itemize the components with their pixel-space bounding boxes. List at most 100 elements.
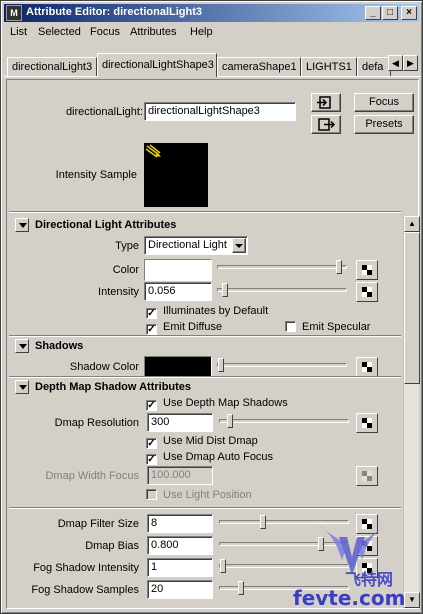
checkbox-label: Use Depth Map Shadows xyxy=(163,397,288,409)
intensity-sample-label: Intensity Sample xyxy=(55,169,137,181)
checkbox-label: Illuminates by Default xyxy=(163,305,269,317)
intensity-field[interactable]: 0.056 xyxy=(144,282,212,301)
dmap-filter-size-field[interactable]: 8 xyxy=(147,514,213,533)
illuminates-by-default-checkbox[interactable]: ✓ Illuminates by Default xyxy=(146,305,268,319)
dmap-resolution-slider-thumb[interactable] xyxy=(227,414,233,428)
checkbox-label: Emit Diffuse xyxy=(163,321,223,333)
use-mid-dist-dmap-checkbox[interactable]: ✓ Use Mid Dist Dmap xyxy=(146,435,258,449)
use-depth-map-shadows-checkbox[interactable]: ✓ Use Depth Map Shadows xyxy=(146,397,288,411)
section-divider xyxy=(9,335,401,337)
light-sample-icon xyxy=(145,144,161,158)
checkbox-label: Emit Specular xyxy=(302,321,371,333)
scroll-up-icon[interactable]: ▲ xyxy=(404,216,420,232)
shadow-color-map-button[interactable] xyxy=(356,357,378,377)
shadow-color-slider-track[interactable] xyxy=(217,358,347,372)
section-title: Shadows xyxy=(35,340,84,352)
select-output-button[interactable] xyxy=(311,115,341,134)
watermark-logo: 飞特网 fevte.com xyxy=(287,515,417,610)
intensity-map-button[interactable] xyxy=(356,282,378,302)
menu-help[interactable]: Help xyxy=(190,26,213,38)
select-input-button[interactable] xyxy=(311,93,341,112)
shadow-color-slider-thumb[interactable] xyxy=(218,358,224,372)
dmap-filter-size-slider-thumb[interactable] xyxy=(260,515,266,529)
color-map-button[interactable] xyxy=(356,260,378,280)
watermark-text-url: fevte.com xyxy=(293,586,405,609)
checkbox-box[interactable] xyxy=(285,321,296,332)
section-title: Depth Map Shadow Attributes xyxy=(35,381,192,393)
dmap-width-focus-label: Dmap Width Focus xyxy=(45,470,139,482)
fog-shadow-samples-label: Fog Shadow Samples xyxy=(31,584,139,596)
collapse-triangle-icon[interactable] xyxy=(15,339,29,353)
tab-scroll-left-icon[interactable]: ◀ xyxy=(388,55,403,71)
header-divider xyxy=(9,211,401,213)
menu-list[interactable]: List xyxy=(10,26,27,38)
intensity-slider-thumb[interactable] xyxy=(222,283,228,297)
collapse-triangle-icon[interactable] xyxy=(15,380,29,394)
tab-directionallight3[interactable]: directionalLight3 xyxy=(7,57,97,76)
use-light-position-checkbox: Use Light Position xyxy=(146,489,252,501)
tab-scroll-right-icon[interactable]: ▶ xyxy=(403,55,418,71)
checkbox-box[interactable]: ✓ xyxy=(146,308,157,319)
shadow-color-label: Shadow Color xyxy=(69,361,139,373)
use-dmap-auto-focus-checkbox[interactable]: ✓ Use Dmap Auto Focus xyxy=(146,451,273,465)
minimize-button[interactable]: _ xyxy=(365,6,381,20)
collapse-triangle-icon[interactable] xyxy=(15,218,29,232)
attribute-editor-window: M Attribute Editor: directionalLight3 _ … xyxy=(0,0,423,614)
presets-button[interactable]: Presets xyxy=(354,115,414,134)
output-connection-icon xyxy=(318,118,336,131)
emit-diffuse-checkbox[interactable]: ✓ Emit Diffuse xyxy=(146,321,222,335)
focus-button[interactable]: Focus xyxy=(354,93,414,112)
checker-map-icon xyxy=(362,362,372,372)
menu-attributes[interactable]: Attributes xyxy=(130,26,176,38)
type-value: Directional Light xyxy=(148,239,227,251)
menu-selected[interactable]: Selected xyxy=(38,26,81,38)
dmap-width-focus-map-button xyxy=(356,466,378,486)
fog-shadow-intensity-field[interactable]: 1 xyxy=(147,558,213,577)
node-name-field[interactable]: directionalLightShape3 xyxy=(144,102,296,121)
section-divider xyxy=(9,376,401,378)
tab-directionallightshape3[interactable]: directionalLightShape3 xyxy=(97,53,217,77)
color-swatch[interactable] xyxy=(144,259,212,281)
dmap-resolution-field[interactable]: 300 xyxy=(147,413,213,432)
dmap-resolution-label: Dmap Resolution xyxy=(54,417,139,429)
dmap-filter-size-label: Dmap Filter Size xyxy=(57,518,139,530)
emit-specular-checkbox[interactable]: Emit Specular xyxy=(285,321,370,333)
checker-map-icon xyxy=(362,418,372,428)
maximize-button[interactable]: □ xyxy=(382,6,398,20)
scrollbar-thumb[interactable] xyxy=(404,232,420,384)
fog-shadow-intensity-slider-thumb[interactable] xyxy=(220,559,226,573)
checker-map-icon xyxy=(362,287,372,297)
tab-defa[interactable]: defa xyxy=(357,57,391,76)
intensity-slider-track[interactable] xyxy=(217,283,347,297)
checkbox-label: Use Dmap Auto Focus xyxy=(163,451,274,463)
fog-shadow-samples-slider-thumb[interactable] xyxy=(238,581,244,595)
tab-camerashape1[interactable]: cameraShape1 xyxy=(217,57,301,76)
checkbox-box[interactable]: ✓ xyxy=(146,324,157,335)
dmap-width-focus-field: 100.000 xyxy=(147,466,213,485)
menu-focus[interactable]: Focus xyxy=(90,26,120,38)
dmap-resolution-map-button[interactable] xyxy=(356,413,378,433)
directional-light-section-header[interactable]: Directional Light Attributes xyxy=(13,217,399,235)
title-bar[interactable]: M Attribute Editor: directionalLight3 _ … xyxy=(4,4,419,22)
fog-shadow-samples-field[interactable]: 20 xyxy=(147,580,213,599)
color-label: Color xyxy=(112,264,139,276)
window-title: Attribute Editor: directionalLight3 xyxy=(26,6,202,18)
checker-map-icon xyxy=(362,265,372,275)
close-button[interactable]: × xyxy=(401,6,417,20)
dmap-resolution-slider-track[interactable] xyxy=(219,414,349,428)
color-slider-track[interactable] xyxy=(217,260,347,274)
checkbox-box[interactable]: ✓ xyxy=(146,454,157,465)
tab-lights1[interactable]: LIGHTS1 xyxy=(301,57,357,76)
node-name-label: directionalLight: xyxy=(65,106,143,118)
color-slider-thumb[interactable] xyxy=(336,260,342,274)
intensity-sample-swatch xyxy=(144,143,208,207)
checkbox-box[interactable]: ✓ xyxy=(146,400,157,411)
shadows-section-header[interactable]: Shadows xyxy=(13,338,399,356)
depth-map-section-header[interactable]: Depth Map Shadow Attributes xyxy=(13,379,399,397)
maya-app-icon: M xyxy=(6,5,22,21)
checkbox-box[interactable]: ✓ xyxy=(146,438,157,449)
chevron-down-icon[interactable] xyxy=(232,238,246,253)
input-connection-icon xyxy=(317,96,331,109)
dmap-bias-field[interactable]: 0.800 xyxy=(147,536,213,555)
shadow-color-swatch[interactable] xyxy=(144,356,212,377)
